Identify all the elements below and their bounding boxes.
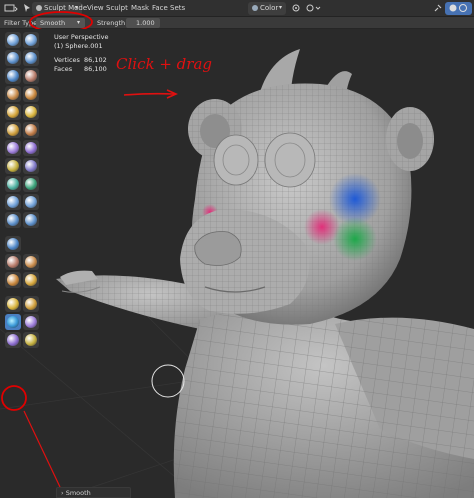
brush-icon (7, 70, 19, 82)
sculpt-tool-5-0[interactable] (5, 122, 21, 138)
sculpt-tool-9-1[interactable] (23, 194, 39, 210)
chevron-right-icon: › (61, 489, 64, 497)
sculpt-tool-13-1[interactable] (23, 272, 39, 288)
sculpt-tool-16-1[interactable] (23, 332, 39, 348)
stat-vertices-value: 86,102 (84, 56, 107, 64)
brush-icon (7, 52, 19, 64)
menu-face-sets[interactable]: Face Sets (152, 3, 185, 14)
sculpt-tool-2-0[interactable] (5, 68, 21, 84)
sculpt-tool-9-0[interactable] (5, 194, 21, 210)
operator-label: Smooth (65, 489, 91, 497)
sculpt-tool-1-1[interactable] (23, 50, 39, 66)
sculpt-tool-6-1[interactable] (23, 140, 39, 156)
sculpt-tool-5-1[interactable] (23, 122, 39, 138)
sculpt-tool-0-0[interactable] (5, 32, 21, 48)
shading-toggle[interactable] (445, 2, 472, 15)
brush-icon (25, 88, 37, 100)
stat-vertices-label: Vertices (54, 56, 80, 64)
brush-icon (25, 124, 37, 136)
sculpt-tool-8-1[interactable] (23, 176, 39, 192)
sculpt-tool-15-0[interactable] (5, 314, 21, 330)
brush-icon (25, 70, 37, 82)
sculpt-tool-12-1[interactable] (23, 254, 39, 270)
stat-faces-value: 86,100 (84, 65, 107, 73)
sculpt-tool-11-0[interactable] (5, 236, 21, 252)
brush-icon (7, 256, 19, 268)
brush-icon (25, 142, 37, 154)
perspective-label: User Perspective (54, 33, 109, 41)
sculpt-tool-3-0[interactable] (5, 86, 21, 102)
brush-icon (7, 34, 19, 46)
sculpt-tool-4-0[interactable] (5, 104, 21, 120)
brush-icon (25, 34, 37, 46)
sculpt-tool-8-0[interactable] (5, 176, 21, 192)
brush-icon (7, 316, 19, 328)
chevron-down-icon: ▾ (279, 4, 283, 11)
sculpt-tool-7-1[interactable] (23, 158, 39, 174)
brush-icon (7, 214, 19, 226)
object-label: (1) Sphere.001 (54, 42, 103, 50)
brush-icon (25, 274, 37, 286)
overlay-icon[interactable] (305, 3, 321, 14)
brush-icon (7, 88, 19, 100)
brush-icon (7, 238, 19, 250)
sculpt-tool-7-0[interactable] (5, 158, 21, 174)
sculpt-tool-15-1[interactable] (23, 314, 39, 330)
annotation-text: Click + drag (116, 55, 212, 73)
sculpt-tool-12-0[interactable] (5, 254, 21, 270)
sculpt-tool-16-0[interactable] (5, 332, 21, 348)
strength-value: 1.000 (136, 19, 155, 27)
scene-render (0, 49, 474, 498)
sculpt-tool-4-1[interactable] (23, 104, 39, 120)
sculpt-tool-14-1[interactable] (23, 296, 39, 312)
sculpt-tool-0-1[interactable] (23, 32, 39, 48)
brush-icon (7, 196, 19, 208)
editor-type-icon[interactable] (4, 3, 18, 14)
shading-icon (448, 3, 468, 14)
brush-icon (7, 274, 19, 286)
sculpt-tool-13-0[interactable] (5, 272, 21, 288)
sculpt-tool-3-1[interactable] (23, 86, 39, 102)
sculpt-tool-10-0[interactable] (5, 212, 21, 228)
brush-icon (25, 316, 37, 328)
brush-icon (25, 52, 37, 64)
color-dropdown[interactable]: Color ▾ (248, 2, 286, 15)
strength-label: Strength (97, 19, 126, 27)
3d-viewport[interactable]: User Perspective (1) Sphere.001 Vertices… (0, 29, 474, 498)
sculpt-tool-14-0[interactable] (5, 296, 21, 312)
brush-icon (25, 298, 37, 310)
sculpt-tool-10-1[interactable] (23, 212, 39, 228)
brush-icon (7, 160, 19, 172)
color-label: Color (260, 4, 279, 12)
brush-icon (7, 298, 19, 310)
brush-icon (7, 142, 19, 154)
annotation-arrow (123, 89, 178, 99)
brush-icon (25, 160, 37, 172)
brush-icon (7, 334, 19, 346)
last-operator-panel[interactable]: › Smooth (56, 487, 131, 498)
brush-icon (7, 124, 19, 136)
brush-icon (25, 334, 37, 346)
view-icon[interactable] (290, 3, 302, 14)
sculpt-tool-1-0[interactable] (5, 50, 21, 66)
brush-icon (25, 214, 37, 226)
brush-icon (7, 178, 19, 190)
menu-sculpt[interactable]: Sculpt (106, 3, 128, 14)
brush-icon (25, 196, 37, 208)
menu-mask[interactable]: Mask (131, 3, 149, 14)
sculpt-tool-6-0[interactable] (5, 140, 21, 156)
brush-icon (25, 106, 37, 118)
strength-field[interactable]: 1.000 (126, 18, 160, 28)
brush-icon (25, 178, 37, 190)
sculpt-tool-2-1[interactable] (23, 68, 39, 84)
pin-icon[interactable] (432, 3, 444, 14)
brush-icon (7, 106, 19, 118)
stat-faces-label: Faces (54, 65, 73, 73)
color-sphere-icon (251, 3, 259, 14)
brush-icon (25, 256, 37, 268)
annotation-circle-tool (1, 385, 27, 411)
annotation-pointer-line (23, 410, 61, 488)
